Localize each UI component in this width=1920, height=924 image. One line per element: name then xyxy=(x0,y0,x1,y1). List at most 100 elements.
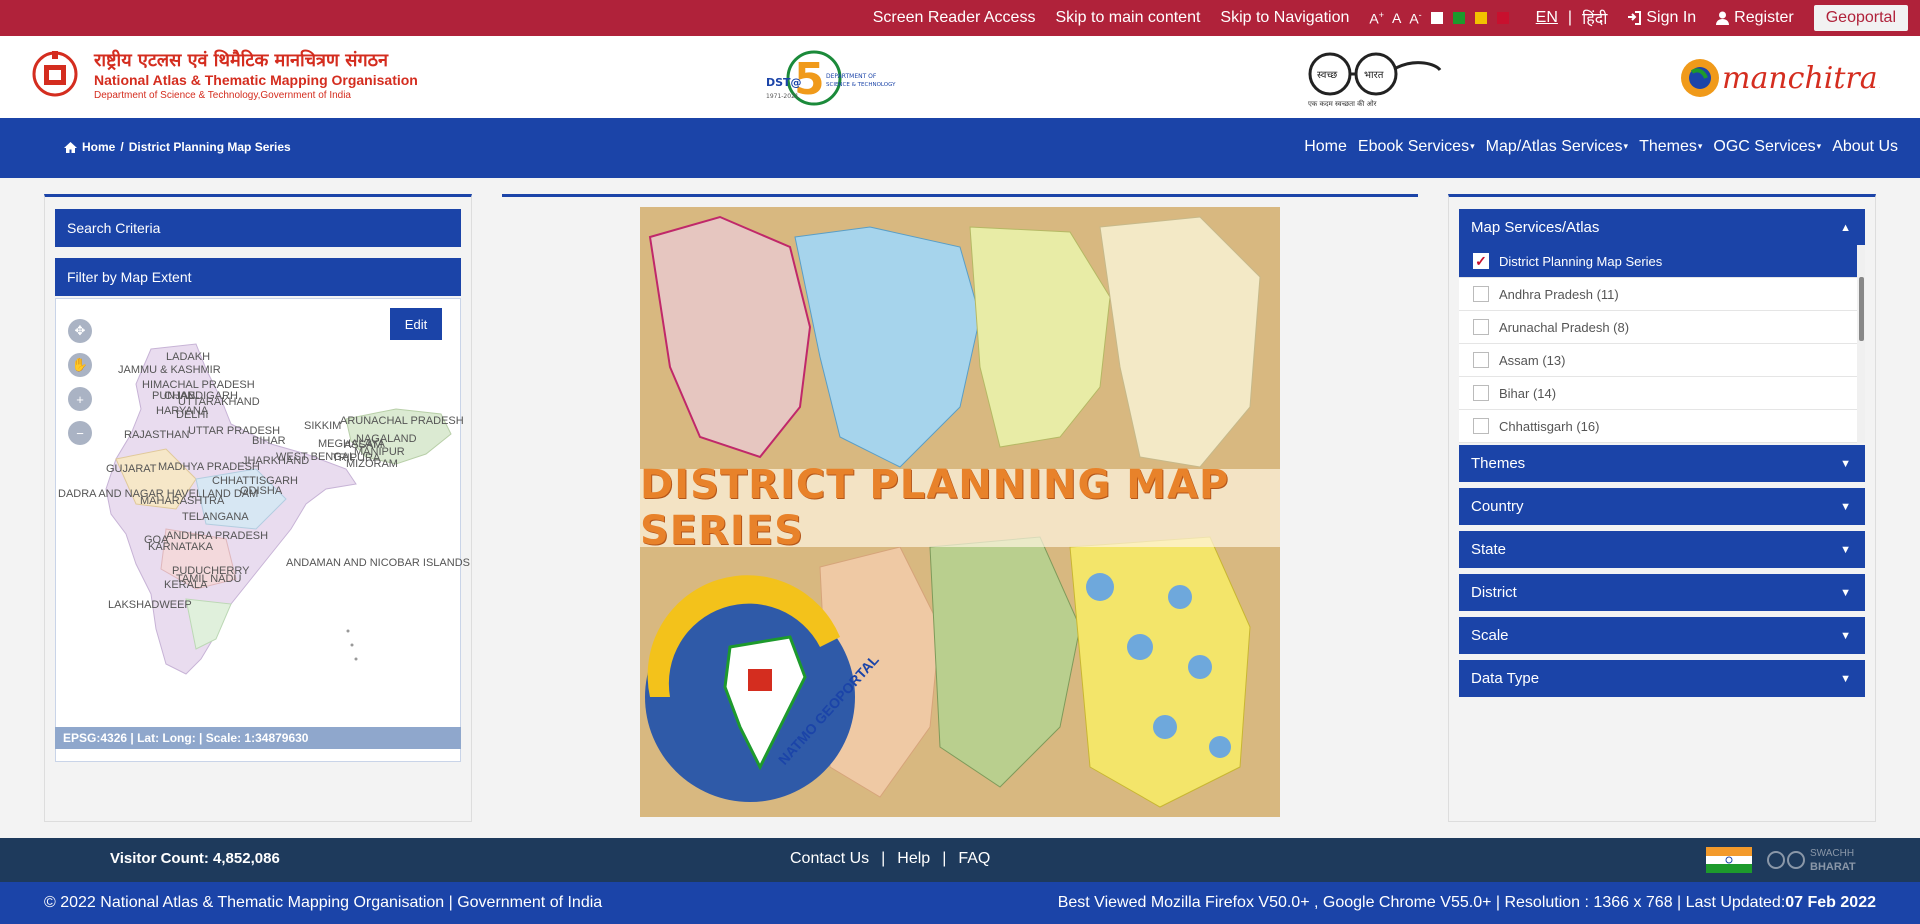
swachh-tagline: एक कदम स्वच्छता की ओर xyxy=(1308,99,1377,108)
map-state-label: LAKSHADWEEP xyxy=(108,599,192,611)
map-state-label: KERALA xyxy=(164,579,208,591)
scrollbar-thumb[interactable] xyxy=(1859,277,1864,341)
lang-hindi-link[interactable]: हिंदी xyxy=(1582,7,1607,29)
nav-about-us[interactable]: About Us xyxy=(1832,138,1898,156)
svg-text:भारत: भारत xyxy=(1364,70,1384,81)
district-planning-poster: DISTRICT PLANNING MAP SERIES NATMO GEOPO… xyxy=(640,207,1280,817)
nav-themes-label: Themes xyxy=(1639,138,1697,155)
search-criteria-header[interactable]: Search Criteria xyxy=(55,209,461,247)
checkbox-checked[interactable]: ✓ xyxy=(1473,253,1489,269)
swachh-bharat-badge-icon: SWACHH BHARAT xyxy=(1767,848,1856,873)
map-services-header[interactable]: Map Services/Atlas ▲ xyxy=(1459,209,1865,246)
state-header[interactable]: State ▼ xyxy=(1459,531,1865,568)
scale-header[interactable]: Scale ▼ xyxy=(1459,617,1865,654)
list-scrollbar[interactable] xyxy=(1857,245,1865,443)
list-item[interactable]: Assam (13) xyxy=(1459,344,1865,377)
center-top-rule xyxy=(502,194,1418,197)
map-state-label: DELHI xyxy=(176,409,209,421)
lang-en-link[interactable]: EN xyxy=(1536,9,1558,27)
nav-ogc-services[interactable]: OGC Services▾ xyxy=(1713,138,1821,156)
breadcrumb: Home / District Planning Map Series xyxy=(64,140,291,154)
list-item[interactable]: ✓ District Planning Map Series xyxy=(1459,245,1865,278)
natmo-emblem-logo[interactable] xyxy=(32,47,78,101)
list-item[interactable]: Bihar (14) xyxy=(1459,377,1865,410)
themes-label: Themes xyxy=(1471,455,1526,472)
best-viewed-text: Best Viewed Mozilla Firefox V50.0+ , Goo… xyxy=(1058,894,1876,912)
main-navbar: Home / District Planning Map Series Home… xyxy=(0,118,1920,178)
checkbox[interactable] xyxy=(1473,418,1489,434)
map-status-bar: EPSG:4326 | Lat: Long: | Scale: 1:348796… xyxy=(55,727,461,749)
chevron-down-icon: ▼ xyxy=(1840,500,1851,513)
font-increase-button[interactable]: A+ xyxy=(1369,10,1384,27)
skip-main-link[interactable]: Skip to main content xyxy=(1055,9,1200,27)
last-updated-date: 07 Feb 2022 xyxy=(1785,894,1876,911)
dst-years: 1971-2021 xyxy=(766,93,799,100)
copyright-text: © 2022 National Atlas & Thematic Mapping… xyxy=(44,894,603,911)
contact-us-link[interactable]: Contact Us xyxy=(790,850,869,868)
india-map-shape xyxy=(105,343,452,675)
footer-links: Contact Us | Help | FAQ xyxy=(790,850,990,868)
skip-nav-link[interactable]: Skip to Navigation xyxy=(1220,9,1349,27)
map-state-label: MIZORAM xyxy=(346,458,398,470)
extent-map[interactable]: ✥ ✋ + − Edit LADAKH JAMMU & KASHMIR HIMA… xyxy=(55,298,470,762)
caret-down-icon: ▾ xyxy=(1623,141,1629,152)
map-services-label: Map Services/Atlas xyxy=(1471,219,1600,236)
org-department: Department of Science & Technology,Gover… xyxy=(94,90,351,101)
checkbox[interactable] xyxy=(1473,319,1489,335)
country-header[interactable]: Country ▼ xyxy=(1459,488,1865,525)
check-icon: ✓ xyxy=(1475,253,1487,269)
chevron-down-icon: ▼ xyxy=(1840,672,1851,685)
faq-link[interactable]: FAQ xyxy=(958,850,990,868)
sign-in-link[interactable]: Sign In xyxy=(1627,9,1696,27)
filter-extent-header[interactable]: Filter by Map Extent xyxy=(55,258,461,296)
data-type-header[interactable]: Data Type ▼ xyxy=(1459,660,1865,697)
font-decrease-button[interactable]: A- xyxy=(1409,10,1421,27)
best-viewed-label: Best Viewed Mozilla Firefox V50.0+ , Goo… xyxy=(1057,894,1786,911)
list-item[interactable]: Arunachal Pradesh (8) xyxy=(1459,311,1865,344)
right-filter-panel: Map Services/Atlas ▲ ✓ District Planning… xyxy=(1448,194,1876,822)
map-state-label: TELANGANA xyxy=(182,511,249,523)
checkbox[interactable] xyxy=(1473,352,1489,368)
map-state-label: LADAKH xyxy=(166,351,211,363)
map-state-label: KARNATAKA xyxy=(148,541,213,553)
list-item[interactable]: Chhattisgarh (16) xyxy=(1459,410,1865,443)
swachh-badge-bottom: BHARAT xyxy=(1810,861,1856,873)
map-services-list: ✓ District Planning Map Series Andhra Pr… xyxy=(1459,245,1865,443)
theme-white-swatch[interactable] xyxy=(1430,12,1443,24)
font-normal-button[interactable]: A xyxy=(1392,10,1401,26)
map-state-label: BIHAR xyxy=(252,435,286,447)
list-item-label: Andhra Pradesh (11) xyxy=(1499,286,1619,302)
nav-ebook-services[interactable]: Ebook Services▾ xyxy=(1358,138,1475,156)
theme-yellow-swatch[interactable] xyxy=(1474,12,1487,24)
checkbox[interactable] xyxy=(1473,286,1489,302)
sign-in-icon xyxy=(1628,11,1642,25)
themes-header[interactable]: Themes ▼ xyxy=(1459,445,1865,482)
breadcrumb-home-link[interactable]: Home xyxy=(82,140,115,154)
site-header: राष्ट्रीय एटलस एवं थिमैटिक मानचित्रण संग… xyxy=(0,36,1920,118)
left-filter-panel: Search Criteria Filter by Map Extent ✥ ✋… xyxy=(44,194,472,822)
district-header[interactable]: District ▼ xyxy=(1459,574,1865,611)
screen-reader-link[interactable]: Screen Reader Access xyxy=(873,9,1036,27)
geoportal-button[interactable]: Geoportal xyxy=(1813,5,1908,31)
breadcrumb-current: District Planning Map Series xyxy=(128,140,291,154)
register-link[interactable]: Register xyxy=(1716,9,1794,27)
main-menu: Home Ebook Services▾ Map/Atlas Services▾… xyxy=(1304,138,1898,156)
caret-down-icon: ▾ xyxy=(1816,141,1822,152)
nav-map-atlas-services[interactable]: Map/Atlas Services▾ xyxy=(1486,138,1628,156)
list-item[interactable]: Andhra Pradesh (11) xyxy=(1459,278,1865,311)
map-state-label: SIKKIM xyxy=(304,420,342,432)
nav-home[interactable]: Home xyxy=(1304,138,1347,156)
user-icon xyxy=(1716,11,1730,25)
list-item-label: District Planning Map Series xyxy=(1499,253,1663,269)
map-state-label: JAMMU & KASHMIR xyxy=(118,364,221,376)
svg-text:SCIENCE & TECHNOLOGY: SCIENCE & TECHNOLOGY xyxy=(826,82,896,88)
help-link[interactable]: Help xyxy=(897,850,930,868)
state-label: State xyxy=(1471,541,1507,558)
map-state-label: ANDAMAN AND NICOBAR ISLANDS xyxy=(286,557,470,569)
manchitran-logo[interactable]: manchitran xyxy=(1680,54,1880,102)
theme-green-swatch[interactable] xyxy=(1452,12,1465,24)
nav-themes[interactable]: Themes▾ xyxy=(1639,138,1702,156)
checkbox[interactable] xyxy=(1473,385,1489,401)
poster-title: DISTRICT PLANNING MAP SERIES xyxy=(640,462,1280,554)
theme-red-swatch[interactable] xyxy=(1496,12,1509,24)
